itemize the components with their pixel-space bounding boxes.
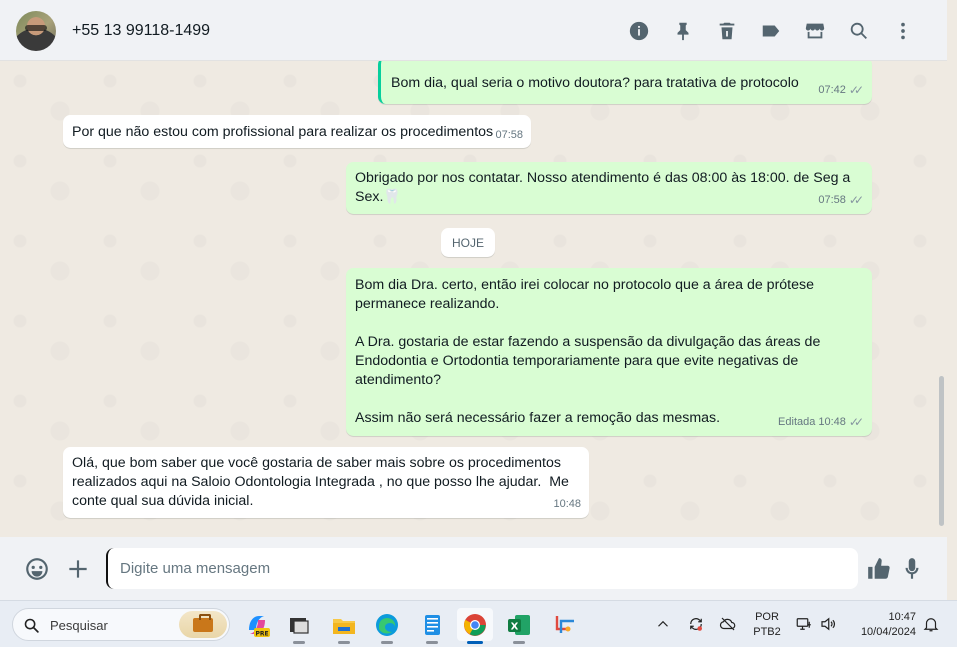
sync-icon[interactable]	[685, 613, 707, 635]
message-text: Bom dia, qual seria o motivo doutora? pa…	[391, 75, 799, 91]
message-time: 10:48	[818, 416, 846, 428]
briefcase-icon[interactable]	[179, 611, 227, 638]
message-bubble-incoming[interactable]: Por que não estou com profissional para …	[63, 115, 531, 148]
search-icon	[24, 618, 39, 633]
app-window-icon[interactable]	[281, 608, 317, 644]
taskbar-clock[interactable]: 10:47 10/04/2024	[850, 610, 916, 640]
windows-taskbar: Pesquisar PRE X POR PTB2 10:47 10/04/202…	[0, 600, 957, 647]
message-time: 07:58	[495, 129, 523, 141]
read-ticks-icon: ✓✓	[848, 415, 864, 429]
message-composer	[0, 537, 947, 600]
attach-plus-icon[interactable]	[63, 554, 93, 584]
notepad-icon[interactable]	[414, 608, 450, 644]
message-text: Bom dia Dra. certo, então irei colocar n…	[355, 277, 821, 426]
message-meta: 10:48	[553, 495, 581, 514]
pin-icon[interactable]	[661, 17, 705, 45]
cloud-off-icon[interactable]	[717, 613, 739, 635]
chat-header: +55 13 99118-1499	[0, 0, 947, 61]
message-bubble-outgoing[interactable]: Bom dia Dra. certo, então irei colocar n…	[346, 268, 872, 436]
clock-time: 10:47	[888, 611, 916, 623]
svg-text:X: X	[511, 621, 519, 632]
network-icon[interactable]	[793, 613, 815, 635]
copilot-icon[interactable]: PRE	[239, 608, 275, 641]
message-text: Obrigado por nos contatar. Nosso atendim…	[355, 170, 855, 205]
edge-browser-icon[interactable]	[369, 608, 405, 644]
date-separator: HOJE	[441, 228, 495, 257]
message-meta: Editada 10:48 ✓✓	[778, 413, 864, 432]
message-meta: 07:42 ✓✓	[818, 81, 864, 100]
header-actions	[617, 17, 925, 45]
thumbs-up-icon[interactable]	[864, 554, 894, 584]
message-time: 10:48	[553, 498, 581, 510]
message-bubble-outgoing[interactable]: Bom dia, qual seria o motivo doutora? pa…	[378, 61, 872, 104]
microphone-icon[interactable]	[897, 554, 927, 584]
info-icon[interactable]	[617, 17, 661, 45]
menu-icon[interactable]	[881, 17, 925, 45]
taskbar-search-label: Pesquisar	[50, 618, 108, 633]
contact-avatar[interactable]	[16, 11, 56, 51]
contact-name[interactable]: +55 13 99118-1499	[72, 22, 210, 40]
keyboard-layout: PTB2	[753, 626, 781, 638]
taskbar-search[interactable]: Pesquisar	[12, 608, 230, 641]
read-ticks-icon: ✓✓	[848, 193, 864, 207]
file-explorer-icon[interactable]	[326, 608, 362, 644]
label-icon[interactable]	[749, 17, 793, 45]
message-text: Por que não estou com profissional para …	[72, 124, 494, 140]
message-meta: 07:58	[495, 126, 523, 145]
message-input[interactable]	[106, 548, 858, 589]
language-indicator[interactable]: POR PTB2	[752, 610, 782, 640]
chrome-browser-icon[interactable]	[457, 608, 493, 644]
emoji-icon[interactable]	[22, 554, 52, 584]
message-text: Olá, que bom saber que você gostaria de …	[72, 455, 573, 509]
notification-bell-icon[interactable]	[920, 613, 942, 635]
edited-label: Editada	[778, 416, 816, 428]
message-time: 07:42	[818, 84, 846, 96]
delete-icon[interactable]	[705, 17, 749, 45]
search-icon[interactable]	[837, 17, 881, 45]
excel-icon[interactable]: X	[501, 608, 537, 644]
message-bubble-incoming[interactable]: Olá, que bom saber que você gostaria de …	[63, 447, 589, 518]
language-code: POR	[755, 611, 779, 623]
clock-date: 10/04/2024	[860, 626, 916, 638]
scrollbar-thumb[interactable]	[939, 376, 944, 526]
message-meta: 07:58 ✓✓	[818, 191, 864, 210]
chat-messages-area[interactable]: Bom dia, qual seria o motivo doutora? pa…	[0, 61, 947, 537]
svg-text:PRE: PRE	[255, 630, 268, 637]
volume-icon[interactable]	[817, 613, 839, 635]
message-time: 07:58	[818, 194, 846, 206]
chevron-up-icon[interactable]	[652, 613, 674, 635]
store-icon[interactable]	[793, 17, 837, 45]
read-ticks-icon: ✓✓	[848, 83, 864, 97]
chat-scrollbar[interactable]	[937, 61, 945, 537]
snipping-tool-icon[interactable]	[547, 608, 583, 641]
message-bubble-outgoing[interactable]: Obrigado por nos contatar. Nosso atendim…	[346, 162, 872, 214]
